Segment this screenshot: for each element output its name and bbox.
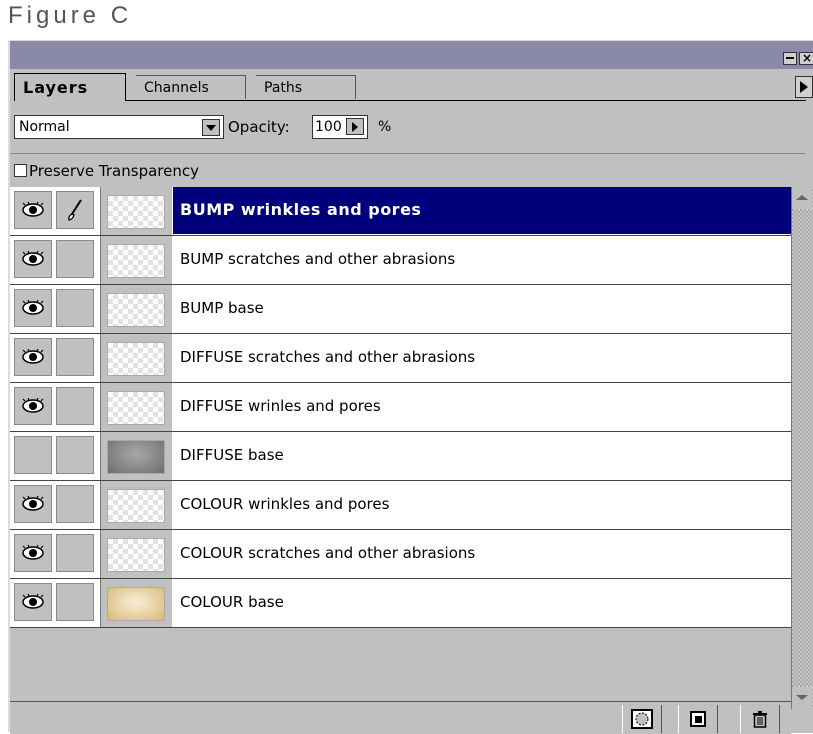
tab-channels[interactable]: Channels (136, 75, 246, 99)
new-layer-icon[interactable] (678, 705, 718, 733)
layer-row[interactable]: DIFFUSE wrinles and pores (10, 383, 791, 432)
visibility-eye-icon[interactable] (14, 191, 52, 229)
layer-row[interactable]: BUMP base (10, 285, 791, 334)
thumbnail-image (107, 391, 165, 425)
layer-thumbnail[interactable] (100, 579, 172, 627)
opacity-label: Opacity: (228, 118, 290, 136)
layer-thumbnail[interactable] (100, 383, 172, 431)
brush-link-icon[interactable] (56, 240, 94, 278)
layer-thumbnail[interactable] (100, 432, 172, 480)
palette-tabs: Layers Channels Paths (10, 73, 813, 101)
layer-thumbnail[interactable] (100, 285, 172, 333)
layer-name[interactable]: BUMP base (180, 285, 264, 333)
tab-paths[interactable]: Paths (256, 75, 356, 99)
layer-thumbnail[interactable] (100, 236, 172, 284)
preserve-transparency[interactable]: Preserve Transparency (14, 159, 199, 183)
layer-name[interactable]: BUMP wrinkles and pores (180, 187, 421, 235)
layer-name[interactable]: COLOUR wrinkles and pores (180, 481, 389, 529)
thumbnail-image (107, 244, 165, 278)
resize-grip-icon[interactable] (791, 709, 813, 733)
visibility-eye-icon[interactable] (14, 289, 52, 327)
thumbnail-image (107, 489, 165, 523)
layer-name[interactable]: DIFFUSE wrinles and pores (180, 383, 381, 431)
visibility-eye-icon[interactable] (14, 583, 52, 621)
thumbnail-image (107, 440, 165, 474)
layer-name[interactable]: BUMP scratches and other abrasions (180, 236, 455, 284)
visibility-eye-icon[interactable] (14, 436, 52, 474)
thumbnail-image (107, 293, 165, 327)
layer-thumbnail[interactable] (100, 334, 172, 382)
blend-mode-value: Normal (19, 119, 70, 135)
layer-row[interactable]: DIFFUSE scratches and other abrasions (10, 334, 791, 383)
opacity-unit: % (378, 119, 392, 135)
layer-name[interactable]: COLOUR base (180, 579, 284, 627)
layer-name[interactable]: DIFFUSE scratches and other abrasions (180, 334, 475, 382)
palette-titlebar[interactable]: × (10, 41, 813, 69)
thumbnail-image (107, 342, 165, 376)
layer-thumbnail[interactable] (100, 187, 172, 235)
visibility-eye-icon[interactable] (14, 387, 52, 425)
layer-row[interactable]: BUMP wrinkles and pores (10, 187, 791, 236)
trash-icon[interactable] (740, 705, 780, 733)
opacity-slider-arrow-icon[interactable] (346, 118, 364, 135)
opacity-value: 100 (315, 119, 342, 135)
preserve-transparency-checkbox[interactable] (14, 164, 27, 177)
minimize-icon[interactable] (783, 52, 797, 65)
brush-link-icon[interactable] (56, 289, 94, 327)
layer-row[interactable]: COLOUR wrinkles and pores (10, 481, 791, 530)
layer-row[interactable]: COLOUR scratches and other abrasions (10, 530, 791, 579)
brush-link-icon[interactable] (56, 583, 94, 621)
brush-link-icon[interactable] (56, 387, 94, 425)
divider (10, 153, 805, 154)
brush-link-icon[interactable] (56, 485, 94, 523)
palette-menu-arrow-icon[interactable] (795, 76, 813, 98)
close-icon[interactable]: × (799, 52, 813, 65)
layers-list: BUMP wrinkles and pores BUMP scratches an… (10, 187, 791, 628)
visibility-eye-icon[interactable] (14, 485, 52, 523)
layer-row[interactable]: BUMP scratches and other abrasions (10, 236, 791, 285)
blend-row: Normal Opacity: 100 % (14, 115, 794, 139)
mask-icon[interactable] (622, 705, 662, 733)
brush-link-icon[interactable] (56, 338, 94, 376)
visibility-eye-icon[interactable] (14, 534, 52, 572)
thumbnail-image (107, 587, 165, 621)
layer-thumbnail[interactable] (100, 530, 172, 578)
brush-link-icon[interactable] (56, 534, 94, 572)
layer-row[interactable]: COLOUR base (10, 579, 791, 628)
layer-thumbnail[interactable] (100, 481, 172, 529)
thumbnail-image (107, 538, 165, 572)
scroll-up-arrow-icon[interactable] (792, 187, 812, 209)
layer-name[interactable]: COLOUR scratches and other abrasions (180, 530, 475, 578)
thumbnail-image (107, 195, 165, 229)
layers-palette: × Layers Channels Paths Normal Opacity: … (8, 40, 813, 734)
visibility-eye-icon[interactable] (14, 338, 52, 376)
layers-scrollbar[interactable] (791, 187, 813, 709)
tab-divider (126, 100, 806, 101)
dropdown-arrow-icon[interactable] (202, 119, 220, 136)
visibility-eye-icon[interactable] (14, 240, 52, 278)
figure-caption: Figure C (8, 2, 133, 29)
layer-name[interactable]: DIFFUSE base (180, 432, 284, 480)
brush-link-icon[interactable] (56, 436, 94, 474)
brush-link-icon[interactable] (56, 191, 94, 229)
blend-mode-select[interactable]: Normal (14, 115, 224, 139)
scroll-down-arrow-icon[interactable] (792, 687, 812, 709)
palette-bottom-bar (10, 701, 791, 734)
layer-row[interactable]: DIFFUSE base (10, 432, 791, 481)
preserve-transparency-label: Preserve Transparency (29, 162, 199, 180)
tab-layers[interactable]: Layers (14, 73, 126, 101)
